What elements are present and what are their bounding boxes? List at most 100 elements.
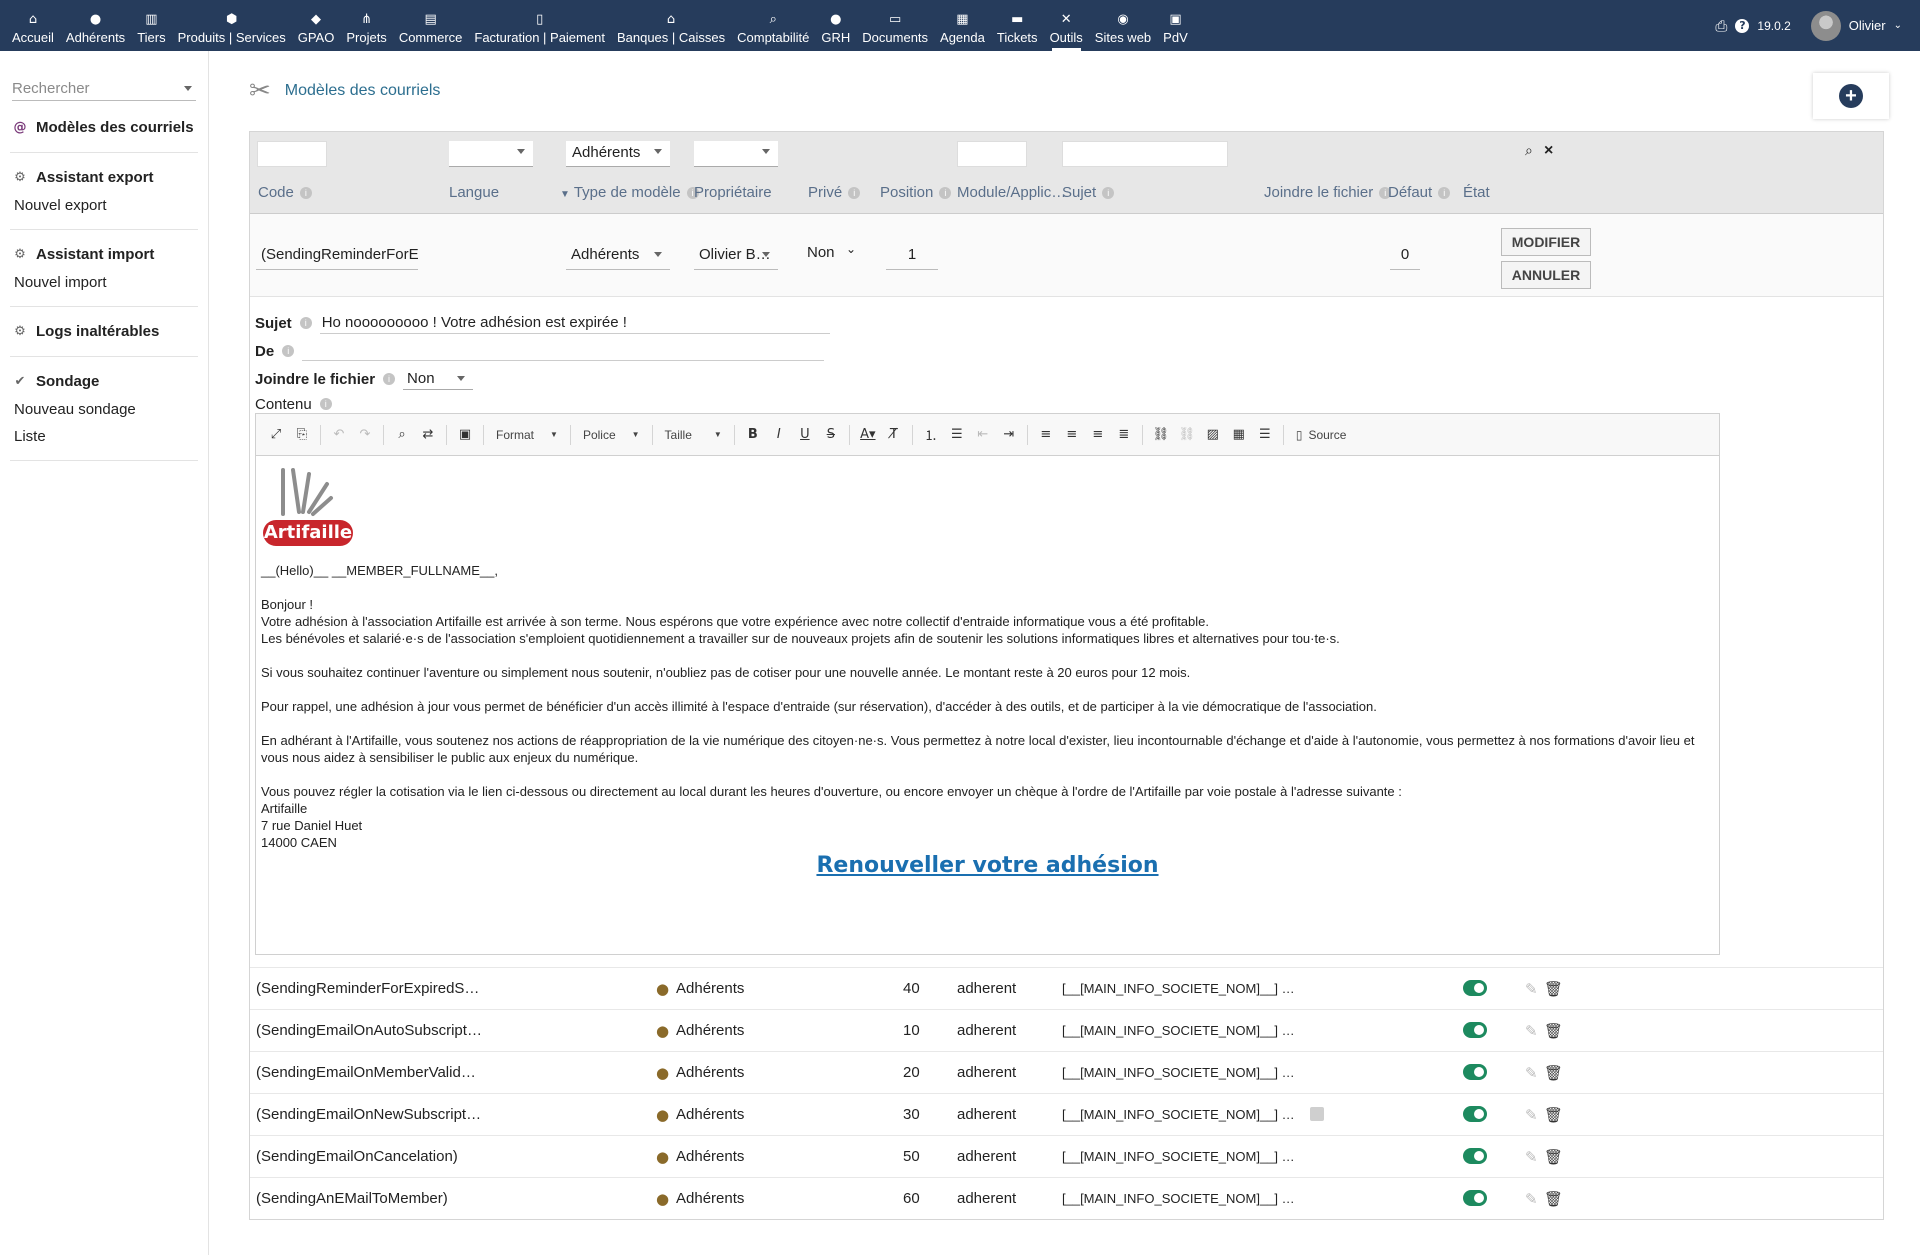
topnav-item-sites-web[interactable]: ◉ Sites web	[1089, 0, 1157, 51]
size-dropdown[interactable]: Taille ▼	[659, 423, 728, 447]
col-position[interactable]: Position i	[880, 184, 952, 201]
table-row[interactable]: (SendingReminderForExpiredS… ● Adhérents 40…	[250, 967, 1883, 1009]
status-toggle[interactable]	[1463, 1148, 1487, 1164]
sidebar-item-assistant-export[interactable]: ⚙ Assistant export	[10, 163, 198, 192]
sidebar-search[interactable]: Rechercher	[12, 77, 196, 101]
delete-icon[interactable]: 🗑	[1544, 1106, 1563, 1124]
add-template-button[interactable]: +	[1813, 73, 1889, 119]
delete-icon[interactable]: 🗑	[1544, 1022, 1563, 1040]
unlink-icon[interactable]: ⛓	[1175, 423, 1199, 447]
bold-icon[interactable]: B	[741, 423, 765, 447]
delete-icon[interactable]: 🗑	[1544, 1148, 1563, 1166]
avatar[interactable]	[1810, 10, 1841, 41]
status-toggle[interactable]	[1463, 1064, 1487, 1080]
table-row[interactable]: (SendingEmailOnCancelation) ● Adhérents 50 a…	[250, 1135, 1883, 1177]
sidebar-item-logs-inalt-rables[interactable]: ⚙ Logs inaltérables	[10, 317, 198, 346]
topnav-item-produits-services[interactable]: ⬢ Produits | Services	[172, 0, 292, 51]
replace-icon[interactable]: ⇄	[416, 423, 440, 447]
status-toggle[interactable]	[1463, 1190, 1487, 1206]
sidebar-item-assistant-import[interactable]: ⚙ Assistant import	[10, 240, 198, 269]
edit-icon[interactable]: ✎	[1525, 1148, 1538, 1166]
sidebar-link[interactable]: Nouveau sondage	[10, 396, 198, 423]
topnav-item-outils[interactable]: ✕ Outils	[1044, 0, 1089, 51]
horizontal-rule-icon[interactable]: ☰	[1253, 423, 1277, 447]
modify-button[interactable]: MODIFIER	[1501, 228, 1591, 256]
image-icon[interactable]: ▨	[1201, 423, 1225, 447]
topnav-item-tickets[interactable]: ▬ Tickets	[991, 0, 1044, 51]
cancel-button[interactable]: ANNULER	[1501, 261, 1591, 289]
table-row[interactable]: (SendingAnEMailToMember) ● Adhérents 60 adhe…	[250, 1177, 1883, 1219]
private-select[interactable]: Non ⌄	[802, 238, 860, 268]
sidebar-link[interactable]: Liste	[10, 423, 198, 450]
delete-icon[interactable]: 🗑	[1544, 980, 1563, 998]
undo-icon[interactable]: ↶	[327, 423, 351, 447]
topnav-item-gpao[interactable]: ◆ GPAO	[292, 0, 341, 51]
attach-select[interactable]: Non	[403, 368, 474, 390]
table-row[interactable]: (SendingEmailOnMemberValid… ● Adhérents 20 a…	[250, 1051, 1883, 1093]
filter-type-select[interactable]: Adhérents	[566, 141, 670, 167]
sidebar-item-sondage[interactable]: ✔ Sondage	[10, 367, 198, 396]
text-color-icon[interactable]: A▾	[856, 423, 880, 447]
edit-icon[interactable]: ✎	[1525, 1190, 1538, 1208]
filter-module-input[interactable]	[957, 141, 1027, 167]
filter-language-select[interactable]	[449, 141, 533, 167]
type-select[interactable]: Adhérents	[566, 240, 670, 270]
close-icon[interactable]: ×	[1544, 142, 1553, 160]
col-module[interactable]: Module/Applic…	[957, 184, 1066, 201]
topnav-item-projets[interactable]: ⋔ Projets	[340, 0, 392, 51]
table-row[interactable]: (SendingEmailOnNewSubscript… ● Adhérents 30…	[250, 1093, 1883, 1135]
topnav-item-grh[interactable]: ● GRH	[815, 0, 856, 51]
topnav-item-accueil[interactable]: ⌂ Accueil	[6, 0, 60, 51]
font-dropdown[interactable]: Police ▼	[577, 423, 646, 447]
col-type[interactable]: ▼ Type de modèle i	[560, 184, 699, 201]
subject-input[interactable]: Ho nooooooooo ! Votre adhésion est expir…	[319, 312, 830, 334]
edit-icon[interactable]: ✎	[1525, 1064, 1538, 1082]
find-icon[interactable]: ⌕	[390, 423, 414, 447]
numbered-list-icon[interactable]: ⒈	[919, 423, 943, 447]
col-language[interactable]: Langue	[449, 184, 499, 201]
link-icon[interactable]: ⛓	[1149, 423, 1173, 447]
justify-icon[interactable]: ≣	[1112, 423, 1136, 447]
status-toggle[interactable]	[1463, 1106, 1487, 1122]
underline-icon[interactable]: U	[793, 423, 817, 447]
code-input[interactable]: (SendingReminderForExpired	[256, 240, 418, 270]
col-attach[interactable]: Joindre le fichier i	[1264, 184, 1392, 201]
edit-icon[interactable]: ✎	[1525, 1106, 1538, 1124]
topnav-item-adh-rents[interactable]: ● Adhérents	[60, 0, 131, 51]
source-button[interactable]: ▯ Source	[1290, 423, 1353, 447]
strike-icon[interactable]: S	[819, 423, 843, 447]
status-toggle[interactable]	[1463, 980, 1487, 996]
remove-format-icon[interactable]: T̸	[882, 423, 906, 447]
editor-body[interactable]: Artifaille __(Hello)__ __MEMBER_FULLNAME…	[256, 456, 1719, 886]
edit-icon[interactable]: ✎	[1525, 980, 1538, 998]
align-left-icon[interactable]: ≡	[1034, 423, 1058, 447]
preview-icon[interactable]: ⎘	[290, 423, 314, 447]
help-icon[interactable]: ?	[1735, 18, 1750, 33]
align-center-icon[interactable]: ≡	[1060, 423, 1084, 447]
col-private[interactable]: Privé i	[808, 184, 861, 201]
italic-icon[interactable]: I	[767, 423, 791, 447]
from-input[interactable]	[302, 341, 825, 361]
renew-membership-link[interactable]: Renouveller votre adhésion	[261, 855, 1714, 877]
topnav-item-comptabilit-[interactable]: ⌕ Comptabilité	[731, 0, 815, 51]
outdent-icon[interactable]: ⇤	[971, 423, 995, 447]
edit-icon[interactable]: ✎	[1525, 1022, 1538, 1040]
indent-icon[interactable]: ⇥	[997, 423, 1021, 447]
filter-subject-input[interactable]	[1062, 141, 1228, 167]
position-input[interactable]: 1	[886, 240, 938, 270]
delete-icon[interactable]: 🗑	[1544, 1064, 1563, 1082]
maximize-icon[interactable]: ⤢	[264, 423, 288, 447]
topnav-item-banques-caisses[interactable]: ⌂ Banques | Caisses	[611, 0, 731, 51]
topnav-item-tiers[interactable]: ▥ Tiers	[131, 0, 171, 51]
align-right-icon[interactable]: ≡	[1086, 423, 1110, 447]
topnav-item-facturation-paiement[interactable]: ▯ Facturation | Paiement	[468, 0, 611, 51]
delete-icon[interactable]: 🗑	[1544, 1190, 1563, 1208]
sidebar-item-mod-les-des-courriels[interactable]: @ Modèles des courriels	[10, 113, 198, 142]
owner-select[interactable]: Olivier B…	[694, 240, 778, 270]
topnav-item-commerce[interactable]: ▤ Commerce	[393, 0, 469, 51]
select-all-icon[interactable]: ▣	[453, 423, 477, 447]
col-state[interactable]: État	[1463, 184, 1490, 201]
sidebar-link[interactable]: Nouvel export	[10, 192, 198, 219]
topnav-item-documents[interactable]: ▭ Documents	[856, 0, 934, 51]
default-input[interactable]: 0	[1390, 240, 1420, 270]
